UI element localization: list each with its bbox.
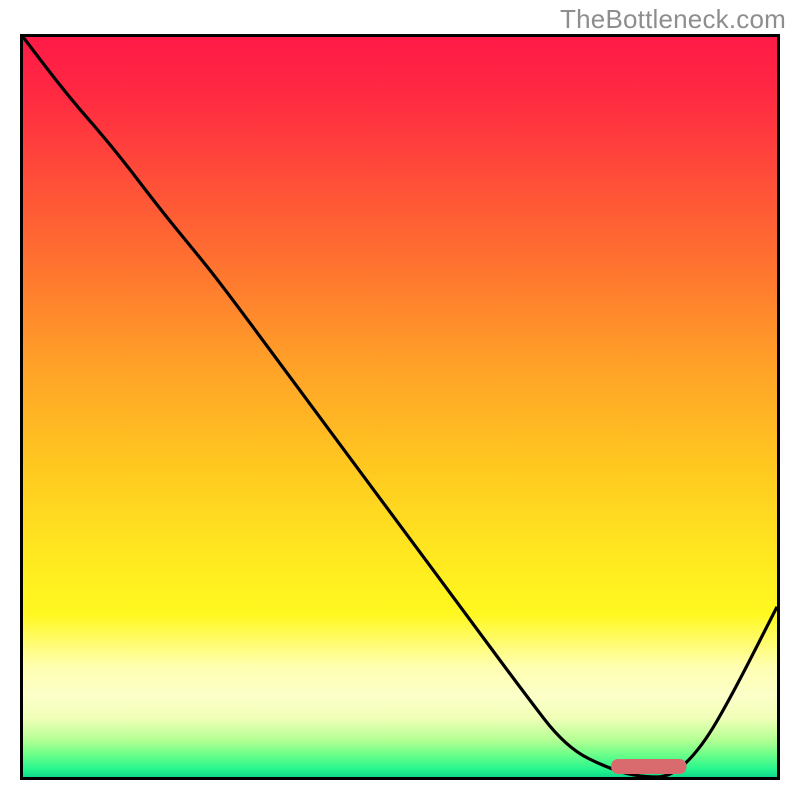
optimal-point-marker: [611, 759, 686, 774]
attribution-text: TheBottleneck.com: [560, 4, 786, 35]
chart-container: TheBottleneck.com: [0, 0, 800, 800]
plot-frame: [20, 34, 780, 780]
plot-overlay: [23, 37, 777, 777]
bottleneck-curve: [23, 37, 777, 777]
